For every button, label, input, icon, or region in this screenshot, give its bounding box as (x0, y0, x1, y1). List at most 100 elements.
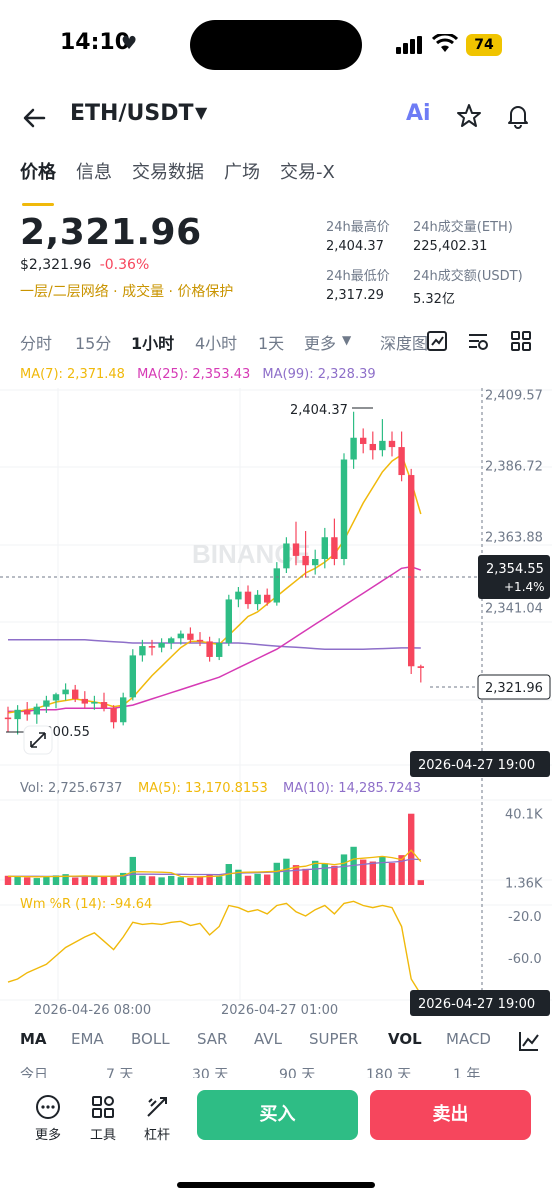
time-label-2: 2026-04-27 01:00 (221, 1003, 338, 1018)
tab-trade-x[interactable]: 交易-X (280, 158, 335, 198)
indicator-sar[interactable]: SAR (197, 1030, 227, 1048)
vol-legend: Vol: 2,725.6737 (20, 781, 122, 796)
tag-line: 一层/二层网络 · 成交量 · 价格保护 (20, 281, 233, 301)
candle-body (254, 594, 261, 605)
fiat-price: $2,321.96 (20, 257, 92, 273)
caret-down-icon[interactable]: ▼ (342, 333, 351, 347)
kline-chart[interactable]: BINANCE 2,409.57 2,386.72 2,363.88 2,341.04… (0, 360, 552, 1025)
candle-body (177, 633, 184, 639)
volume-axis-label: 1.36K (505, 877, 543, 892)
sell-button[interactable]: 卖出 (370, 1090, 531, 1140)
volume-bar (321, 863, 328, 885)
interval-15m[interactable]: 15分 (75, 330, 111, 354)
crosshair-time: 2026-04-27 19:00 (418, 758, 535, 773)
indicator-super[interactable]: SUPER (309, 1030, 358, 1048)
range-7d[interactable]: 7 天 (106, 1064, 133, 1078)
interval-1h[interactable]: 1小时 (131, 330, 174, 354)
back-arrow-icon[interactable] (20, 103, 50, 133)
status-time: 14:10 (60, 30, 131, 55)
tag-layer-network[interactable]: 一层/二层网络 (20, 284, 109, 300)
indicator-macd[interactable]: MACD (446, 1030, 491, 1048)
candle-body (302, 555, 309, 566)
volume-bar (254, 873, 261, 885)
tag-volume[interactable]: 成交量 (122, 284, 164, 300)
cellular-signal-icon (396, 36, 422, 54)
candle-body (52, 694, 60, 701)
stat-vol-usdt-value: 5.32亿 (413, 292, 455, 307)
volume-bar (216, 876, 223, 885)
tab-trading-data[interactable]: 交易数据 (132, 158, 204, 198)
candle-body (312, 559, 319, 566)
range-180d[interactable]: 180 天 (366, 1064, 411, 1078)
interval-1d[interactable]: 1天 (258, 330, 284, 354)
volume-bar (110, 875, 117, 885)
indicator-settings-icon[interactable] (518, 1030, 540, 1052)
caret-down-icon[interactable]: ▼ (195, 103, 207, 122)
pair-title[interactable]: ETH/USDT (70, 101, 193, 126)
indicator-vol[interactable]: VOL (388, 1030, 422, 1048)
vol-ma10-legend: MA(10): 14,285.7243 (283, 781, 421, 796)
candle-body (417, 666, 424, 668)
indicator-settings-icon[interactable] (467, 330, 489, 352)
indicator-ma[interactable]: MA (20, 1030, 47, 1048)
volume-bar (72, 877, 79, 885)
interval-4h[interactable]: 4小时 (195, 330, 237, 354)
tag-price-protection[interactable]: 价格保护 (177, 284, 233, 300)
wr-axis-label: -60.0 (508, 952, 542, 967)
more-button[interactable]: 更多 (28, 1094, 68, 1143)
interval-row: 分时 15分 1小时 4小时 1天 更多 ▼ 深度图 (20, 330, 540, 358)
range-today[interactable]: 今日 (20, 1064, 48, 1078)
ai-button[interactable]: Ai (406, 101, 431, 126)
volume-bar (158, 877, 165, 885)
wr-legend: Wm %R (14): -94.64 (20, 897, 152, 912)
indicator-boll[interactable]: BOLL (131, 1030, 170, 1048)
nav-bar: ETH/USDT ▼ Ai (0, 95, 552, 139)
bell-icon[interactable] (505, 103, 531, 129)
more-label: 更多 (34, 1128, 61, 1143)
time-axis-current: 2026-04-27 19:00 (418, 997, 535, 1012)
tools-icon (92, 1096, 114, 1118)
stat-vol-usdt-label: 24h成交额(USDT) (413, 269, 523, 284)
interval-depth[interactable]: 深度图 (380, 330, 428, 354)
volume-bar (139, 875, 146, 885)
leverage-label: 杠杆 (143, 1128, 170, 1143)
star-icon[interactable] (456, 103, 482, 129)
volume-bar (187, 877, 194, 885)
tools-button[interactable]: 工具 (83, 1094, 123, 1143)
tab-square[interactable]: 广场 (224, 158, 260, 198)
buy-button[interactable]: 买入 (197, 1090, 358, 1140)
indicator-avl[interactable]: AVL (254, 1030, 282, 1048)
chart-setting-icon[interactable] (426, 330, 448, 352)
candle-body (369, 443, 376, 451)
range-1y[interactable]: 1 年 (453, 1064, 480, 1078)
indicator-ema[interactable]: EMA (71, 1030, 104, 1048)
grid-layout-icon[interactable] (510, 330, 532, 352)
candle-body (81, 698, 88, 704)
volume-bar (33, 878, 40, 885)
last-price: 2,321.96 (20, 212, 202, 253)
interval-more[interactable]: 更多 (304, 330, 336, 354)
candle-body (24, 709, 31, 715)
candle-body (72, 689, 79, 699)
vol-ma5-legend: MA(5): 13,170.8153 (138, 781, 268, 796)
binance-watermark: BINANCE (192, 539, 310, 569)
ma7-line (7, 453, 422, 714)
dynamic-island (190, 20, 362, 70)
more-icon (36, 1095, 60, 1119)
wifi-icon (432, 34, 458, 52)
tab-price[interactable]: 价格 (20, 158, 56, 206)
tab-info[interactable]: 信息 (76, 158, 112, 198)
leverage-button[interactable]: 杠杆 (137, 1094, 177, 1143)
candle-body (62, 689, 69, 695)
price-change: -0.36% (99, 257, 150, 273)
range-30d[interactable]: 30 天 (192, 1064, 228, 1078)
candle-body (398, 447, 405, 476)
interval-timeline[interactable]: 分时 (20, 330, 52, 354)
candle-body (216, 642, 223, 657)
candle-body (100, 702, 108, 709)
crosshair-change: +1.4% (504, 580, 545, 594)
volume-bar (4, 875, 12, 885)
battery-indicator: 74 (466, 34, 502, 56)
candle-body (408, 475, 415, 667)
range-90d[interactable]: 90 天 (279, 1064, 315, 1078)
